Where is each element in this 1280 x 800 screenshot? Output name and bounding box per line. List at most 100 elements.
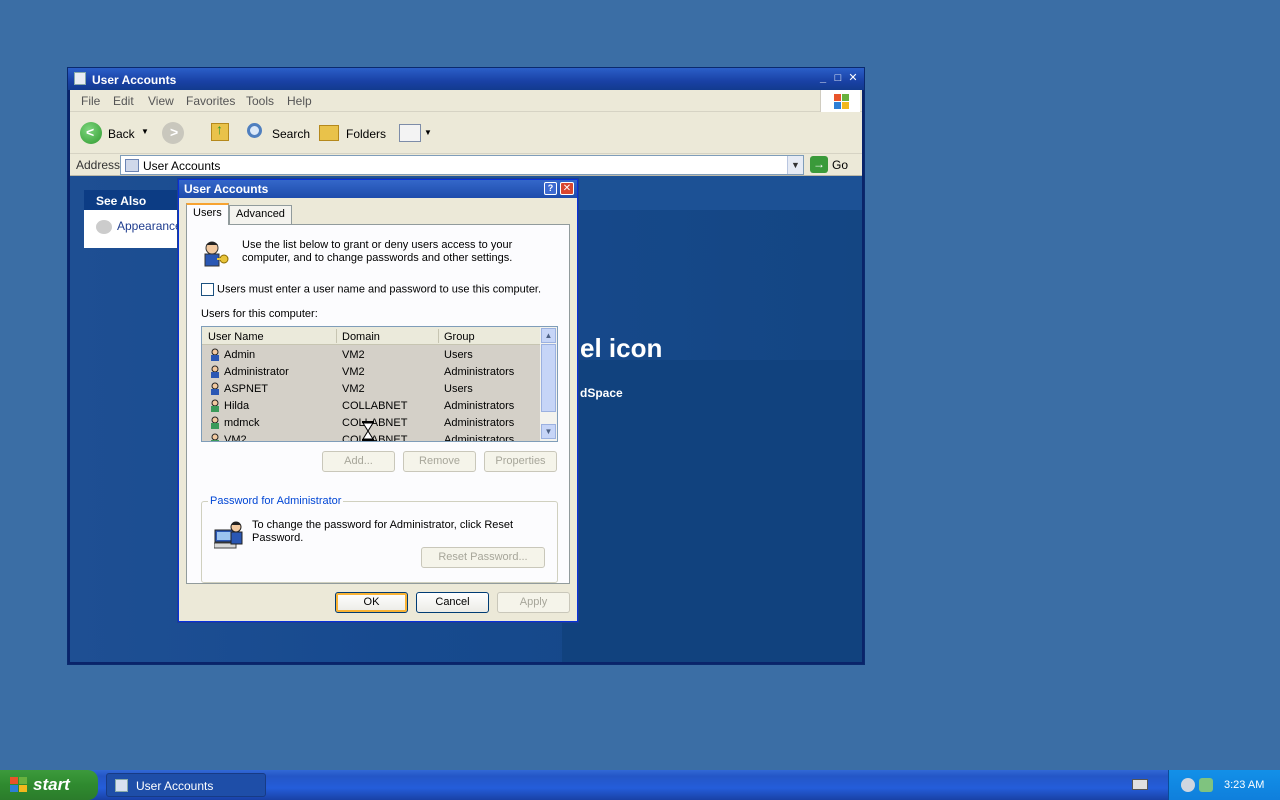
cell-domain: COLLABNET (342, 417, 408, 429)
menu-tools[interactable]: Tools (246, 94, 274, 108)
cell-group: Administrators (444, 417, 515, 429)
menu-favorites[interactable]: Favorites (186, 94, 235, 108)
users-list[interactable]: User Name Domain Group Admin VM2 Users A… (201, 326, 558, 442)
menu-view[interactable]: View (148, 94, 174, 108)
table-row[interactable]: Administrator VM2 Administrators (202, 363, 540, 380)
see-also-item-label: Appearance (117, 219, 182, 233)
go-label: Go (832, 158, 849, 172)
address-dropdown-button[interactable]: ▼ (787, 156, 803, 174)
ok-button[interactable]: OK (335, 592, 408, 613)
window-icon (74, 72, 86, 85)
forward-button[interactable]: > (160, 121, 188, 145)
chevron-down-icon[interactable]: ▼ (141, 127, 149, 136)
cell-domain: VM2 (342, 366, 365, 378)
see-also-item-appearance[interactable]: Appearance (96, 219, 182, 234)
toolbar: < Back ▼ > ↑ Search Folders ▼ (70, 112, 862, 154)
cell-domain: VM2 (342, 349, 365, 361)
user-computer-icon (214, 521, 243, 549)
dialog-titlebar[interactable]: User Accounts ? ✕ (179, 180, 577, 198)
control-panel-icon (125, 159, 139, 172)
password-group-text: To change the password for Administrator… (252, 519, 514, 544)
page-heading: el icon (580, 333, 663, 363)
cell-user-name: Administrator (224, 366, 289, 378)
column-divider (336, 329, 337, 343)
cell-domain: COLLABNET (342, 400, 408, 412)
up-folder-button[interactable]: ↑ (208, 121, 232, 145)
maximize-button[interactable]: □ (831, 72, 845, 85)
content-band (562, 360, 862, 662)
scroll-up-button[interactable]: ▲ (541, 328, 556, 343)
start-label: start (33, 775, 70, 794)
intro-text: Use the list below to grant or deny user… (242, 239, 513, 264)
tab-users[interactable]: Users (186, 203, 229, 225)
user-icon (211, 433, 219, 441)
cell-domain: COLLABNET (342, 434, 408, 442)
cell-group: Administrators (444, 434, 515, 442)
help-button[interactable]: ? (544, 182, 557, 195)
address-input[interactable]: User Accounts ▼ (120, 155, 804, 175)
add-user-button[interactable]: Add... (322, 451, 395, 472)
menu-help[interactable]: Help (287, 94, 312, 108)
menu-edit[interactable]: Edit (113, 94, 134, 108)
go-button[interactable]: → Go (808, 155, 854, 175)
background-link[interactable]: dSpace (580, 386, 623, 400)
search-button[interactable]: Search (244, 121, 310, 145)
network-icon[interactable] (1181, 778, 1195, 792)
back-button[interactable]: < Back ▼ (78, 121, 150, 145)
column-header-domain[interactable]: Domain (342, 331, 380, 343)
user-icon (211, 382, 219, 395)
folder-icon (319, 125, 339, 141)
column-header-user-name[interactable]: User Name (208, 331, 264, 343)
user-icon (211, 348, 219, 361)
hourglass-cursor-icon (362, 421, 374, 441)
address-label: Address (76, 158, 121, 172)
explorer-title: User Accounts (92, 73, 177, 87)
require-login-label: Users must enter a user name and passwor… (217, 283, 542, 296)
users-keys-icon (204, 241, 229, 267)
table-row[interactable]: ASPNET VM2 Users (202, 380, 540, 397)
apply-button[interactable]: Apply (497, 592, 570, 613)
require-login-checkbox[interactable] (201, 283, 214, 296)
cell-group: Administrators (444, 366, 515, 378)
cell-group: Administrators (444, 400, 515, 412)
users-list-label: Users for this computer: (201, 308, 318, 320)
cell-domain: VM2 (342, 383, 365, 395)
cell-user-name: ASPNET (224, 383, 269, 395)
menubar: File Edit View Favorites Tools Help (70, 90, 862, 112)
table-row[interactable]: Admin VM2 Users (202, 346, 540, 363)
clock[interactable]: 3:23 AM (1224, 779, 1264, 791)
back-label: Back (108, 127, 135, 141)
menu-file[interactable]: File (81, 94, 100, 108)
minimize-button[interactable]: _ (816, 72, 830, 85)
reset-password-button[interactable]: Reset Password... (421, 547, 545, 568)
tray-icon[interactable] (1199, 778, 1213, 792)
table-row[interactable]: Hilda COLLABNET Administrators (202, 397, 540, 414)
password-group: Password for Administrator To change the… (201, 495, 558, 583)
taskbar-item-user-accounts[interactable]: User Accounts (106, 773, 266, 797)
cell-group: Users (444, 383, 473, 395)
cancel-button[interactable]: Cancel (416, 592, 489, 613)
keyboard-icon[interactable] (1132, 779, 1148, 790)
chevron-down-icon: ▼ (424, 128, 432, 137)
explorer-titlebar[interactable]: User Accounts _ □ ✕ (68, 68, 864, 90)
column-header-group[interactable]: Group (444, 331, 475, 343)
go-arrow-icon: → (810, 156, 828, 173)
start-button[interactable]: start (0, 770, 98, 800)
close-button[interactable]: ✕ (846, 72, 860, 85)
cell-user-name: mdmck (224, 417, 260, 429)
remove-user-button[interactable]: Remove (403, 451, 476, 472)
properties-button[interactable]: Properties (484, 451, 557, 472)
list-header: User Name Domain Group (202, 327, 540, 345)
address-bar: Address User Accounts ▼ → Go (70, 154, 862, 176)
folders-button[interactable]: Folders (316, 121, 386, 145)
windows-logo-icon (820, 90, 860, 112)
tab-advanced[interactable]: Advanced (229, 205, 292, 224)
scroll-down-button[interactable]: ▼ (541, 424, 556, 439)
views-button[interactable]: ▼ (396, 121, 432, 145)
dialog-close-button[interactable]: ✕ (560, 182, 574, 195)
user-icon (211, 416, 219, 429)
users-list-scrollbar[interactable]: ▲ ▼ (540, 327, 557, 441)
require-login-checkbox-row[interactable]: Users must enter a user name and passwor… (201, 283, 541, 296)
scroll-thumb[interactable] (541, 344, 556, 412)
address-value: User Accounts (143, 159, 221, 173)
